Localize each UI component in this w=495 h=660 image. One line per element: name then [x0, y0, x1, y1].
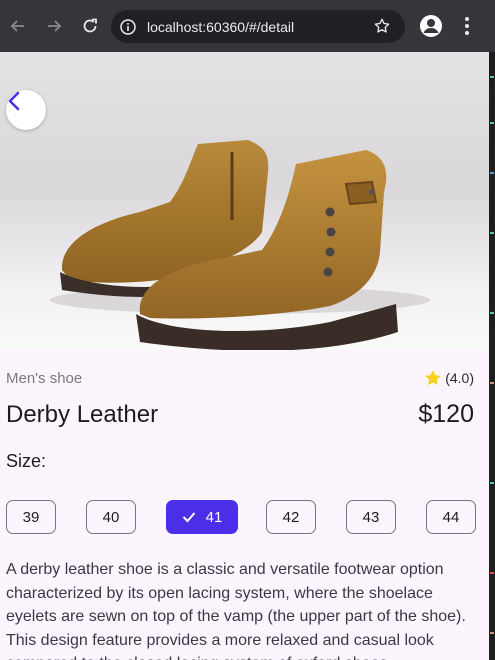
size-chip-label: 42 [282, 508, 300, 526]
size-label: Size: [6, 451, 47, 471]
star-icon[interactable] [373, 17, 391, 35]
info-icon[interactable] [119, 18, 137, 36]
product-price: $120 [418, 400, 474, 428]
rating-value: (4.0) [445, 370, 474, 386]
size-chip-label: 43 [362, 508, 380, 526]
size-chip-label: 39 [22, 508, 40, 526]
check-icon [182, 512, 195, 523]
product-name: Derby Leather [6, 401, 159, 428]
size-chip-40[interactable]: 40 [86, 500, 136, 534]
browser-toolbar: localhost:60360/#/detail [0, 0, 495, 52]
size-chip-label: 41 [205, 508, 223, 526]
size-selector: 39 40 41 42 43 44 [6, 500, 476, 534]
boots-illustration [50, 140, 430, 350]
rating: (4.0) [423, 368, 474, 388]
size-chip-label: 44 [442, 508, 460, 526]
size-chip-44[interactable]: 44 [426, 500, 476, 534]
product-description: A derby leather shoe is a classic and ve… [6, 561, 466, 660]
forward-arrow-icon[interactable] [40, 12, 68, 40]
product-category: Men's shoe [6, 370, 83, 387]
url-text[interactable]: localhost:60360/#/detail [147, 19, 294, 35]
background-editor-strip [489, 52, 495, 660]
size-chip-42[interactable]: 42 [266, 500, 316, 534]
reload-icon[interactable] [76, 12, 104, 40]
back-arrow-icon[interactable] [4, 12, 32, 40]
kebab-menu-icon[interactable] [460, 15, 474, 37]
size-chip-43[interactable]: 43 [346, 500, 396, 534]
product-image [0, 52, 489, 350]
star-filled-icon [425, 370, 442, 386]
back-button[interactable] [6, 90, 46, 130]
profile-icon[interactable] [419, 14, 443, 38]
size-chip-41[interactable]: 41 [166, 500, 238, 534]
size-chip-39[interactable]: 39 [6, 500, 56, 534]
size-chip-label: 40 [102, 508, 120, 526]
address-bar[interactable]: localhost:60360/#/detail [111, 10, 405, 43]
chevron-left-icon [8, 91, 20, 111]
product-detail-page: Men's shoe (4.0) Derby Leather $120 Size… [0, 52, 489, 660]
